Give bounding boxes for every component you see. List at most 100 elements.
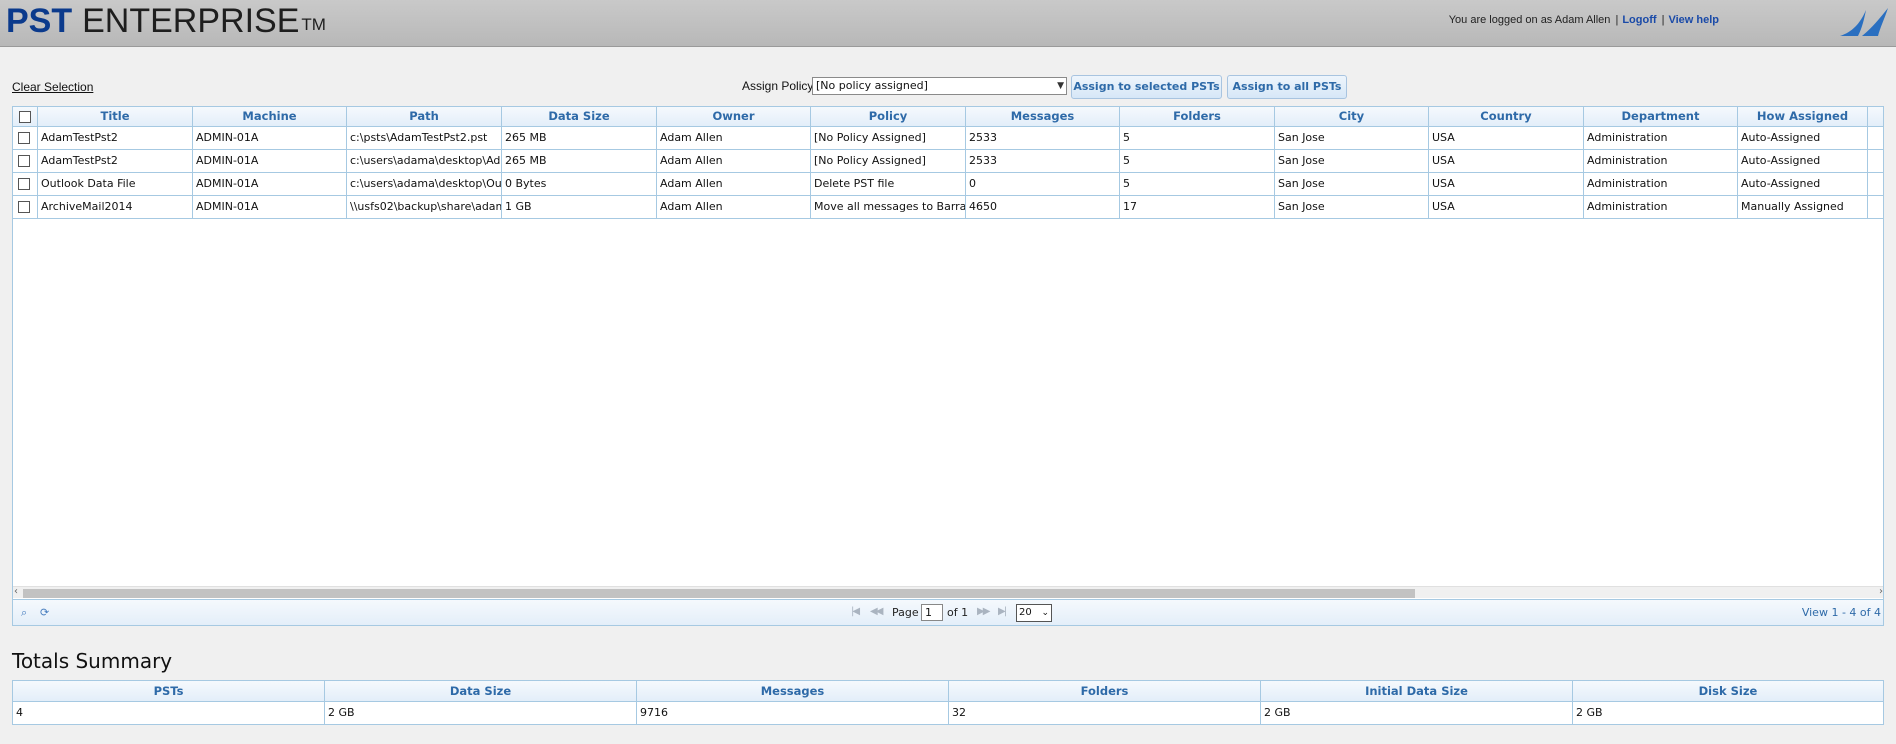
table-row[interactable]: ArchiveMail2014 ADMIN-01A \\usfs02\backup\… — [13, 196, 1883, 219]
cell-owner: Adam Allen — [657, 196, 811, 219]
cell-title: Outlook Data File — [38, 173, 193, 196]
last-page-icon[interactable]: ▶| — [998, 606, 1007, 617]
row-checkbox-cell — [13, 127, 38, 150]
cell-owner: Adam Allen — [657, 150, 811, 173]
column-header-folders[interactable]: Folders — [1120, 107, 1275, 127]
logo-pst: PST — [6, 2, 73, 40]
cell-country: USA — [1429, 127, 1584, 150]
totals-header-disk-size: Disk Size — [1698, 684, 1758, 698]
next-page-icon[interactable]: ▶▶ — [977, 606, 990, 617]
cell-department: Administration — [1584, 173, 1738, 196]
cell-owner: Adam Allen — [657, 127, 811, 150]
cell-data-size: 0 Bytes — [502, 173, 657, 196]
policy-select[interactable]: [No policy assigned] ▼ — [812, 77, 1067, 95]
column-header-department[interactable]: Department — [1584, 107, 1738, 127]
cell-city: San Jose — [1275, 127, 1429, 150]
scroll-left-icon[interactable]: ‹ — [14, 586, 18, 597]
column-header-data-size[interactable]: Data Size — [502, 107, 657, 127]
column-header-city[interactable]: City — [1275, 107, 1429, 127]
totals-header-folders: Folders — [949, 681, 1261, 701]
totals-value-disk-size: 2 GB — [1576, 706, 1603, 719]
grid-header: Title Machine Path Data Size Owner Policy Mess… — [13, 107, 1883, 127]
cell-messages: 2533 — [966, 127, 1120, 150]
row-checkbox[interactable] — [18, 155, 30, 167]
rows-per-page-select[interactable]: 20 ⌄ — [1016, 604, 1052, 622]
assign-selected-button[interactable]: Assign to selected PSTs — [1071, 75, 1222, 99]
clear-selection-link[interactable]: Clear Selection — [12, 80, 93, 94]
horizontal-scrollbar[interactable]: ‹ › — [13, 586, 1883, 598]
column-header-how-assigned[interactable]: How Assigned — [1738, 107, 1868, 127]
cell-department: Administration — [1584, 150, 1738, 173]
pst-enterprise-logo: PST ENTERPRISE TM — [6, 2, 326, 40]
cell-folders: 5 — [1120, 127, 1275, 150]
scroll-right-icon[interactable]: › — [1879, 586, 1883, 597]
row-checkbox-cell — [13, 173, 38, 196]
totals-row: 42 GB 9716 32 2 GB 2 GB — [13, 702, 1883, 725]
cell-messages: 2533 — [966, 150, 1120, 173]
cell-city: San Jose — [1275, 150, 1429, 173]
select-all-checkbox[interactable] — [19, 110, 31, 123]
cell-city: San Jose — [1275, 173, 1429, 196]
select-all-cell — [13, 107, 38, 127]
cell-policy: [No Policy Assigned] — [811, 150, 966, 173]
totals-value-data-size: 2 GB — [325, 702, 637, 725]
logoff-link[interactable]: Logoff — [1622, 14, 1656, 26]
cell-owner: Adam Allen — [657, 173, 811, 196]
table-row[interactable]: AdamTestPst2 ADMIN-01A c:\users\adama\desk… — [13, 150, 1883, 173]
cell-messages: 4650 — [966, 196, 1120, 219]
assign-all-button[interactable]: Assign to all PSTs — [1227, 75, 1347, 99]
logo-tm: TM — [301, 15, 326, 34]
search-icon[interactable]: ⌕ — [21, 606, 27, 620]
refresh-icon[interactable]: ⟳ — [40, 606, 49, 619]
cell-machine: ADMIN-01A — [193, 127, 347, 150]
cell-folders: 5 — [1120, 150, 1275, 173]
table-row[interactable]: AdamTestPst2 ADMIN-01A c:\psts\AdamTestPst… — [13, 127, 1883, 150]
page-input[interactable]: 1 — [921, 604, 943, 621]
column-header-path[interactable]: Path — [347, 107, 502, 127]
cell-title: AdamTestPst2 — [38, 127, 193, 150]
totals-summary-title: Totals Summary — [12, 649, 173, 673]
cell-how-assigned: Auto-Assigned — [1738, 173, 1868, 196]
cell-path: c:\users\adama\desktop\AdamTestPst2.pst — [347, 150, 502, 173]
totals-summary-table: PSTs Data Size Messages Folders Initial Data… — [12, 680, 1884, 725]
rows-per-page-value: 20 — [1019, 607, 1032, 618]
row-checkbox[interactable] — [18, 178, 30, 190]
separator: | — [1615, 14, 1619, 26]
column-header-owner[interactable]: Owner — [657, 107, 811, 127]
totals-value-messages: 9716 — [637, 702, 949, 725]
cell-policy: Move all messages to Barracuda — [811, 196, 966, 219]
app-header: PST ENTERPRISE TM You are logged on as Ada… — [0, 0, 1896, 47]
cell-machine: ADMIN-01A — [193, 150, 347, 173]
column-header-policy[interactable]: Policy — [811, 107, 966, 127]
table-row[interactable]: Outlook Data File ADMIN-01A c:\users\adama… — [13, 173, 1883, 196]
column-header-messages[interactable]: Messages — [966, 107, 1120, 127]
totals-header-initial-data-size: Initial Data Size — [1261, 681, 1573, 701]
assign-policy-label: Assign Policy — [742, 79, 814, 93]
cell-title: ArchiveMail2014 — [38, 196, 193, 219]
cell-data-size: 1 GB — [502, 196, 657, 219]
cell-path: c:\users\adama\desktop\Outlook.pst — [347, 173, 502, 196]
cell-country: USA — [1429, 173, 1584, 196]
cell-policy: Delete PST file — [811, 173, 966, 196]
column-header-title[interactable]: Title — [38, 107, 193, 127]
row-checkbox[interactable] — [18, 201, 30, 213]
totals-header-psts: PSTs — [13, 681, 325, 701]
cell-country: USA — [1429, 150, 1584, 173]
page-count: of 1 — [947, 606, 969, 619]
cell-machine: ADMIN-01A — [193, 173, 347, 196]
cell-folders: 17 — [1120, 196, 1275, 219]
column-header-machine[interactable]: Machine — [193, 107, 347, 127]
cell-data-size: 265 MB — [502, 150, 657, 173]
column-header-country[interactable]: Country — [1429, 107, 1584, 127]
totals-value-folders: 32 — [949, 702, 1261, 725]
first-page-icon[interactable]: |◀ — [851, 606, 860, 617]
policy-select-value: [No policy assigned] — [816, 79, 928, 92]
prev-page-icon[interactable]: ◀◀ — [870, 606, 883, 617]
totals-header-messages: Messages — [637, 681, 949, 701]
cell-title: AdamTestPst2 — [38, 150, 193, 173]
grid-pager: ⌕ ⟳ |◀ ◀◀ Page 1 of 1 ▶▶ ▶| 20 ⌄ View 1 … — [13, 599, 1883, 625]
scrollbar-thumb[interactable] — [23, 589, 1415, 598]
row-checkbox[interactable] — [18, 132, 30, 144]
separator: | — [1661, 14, 1665, 26]
view-help-link[interactable]: View help — [1668, 14, 1719, 26]
